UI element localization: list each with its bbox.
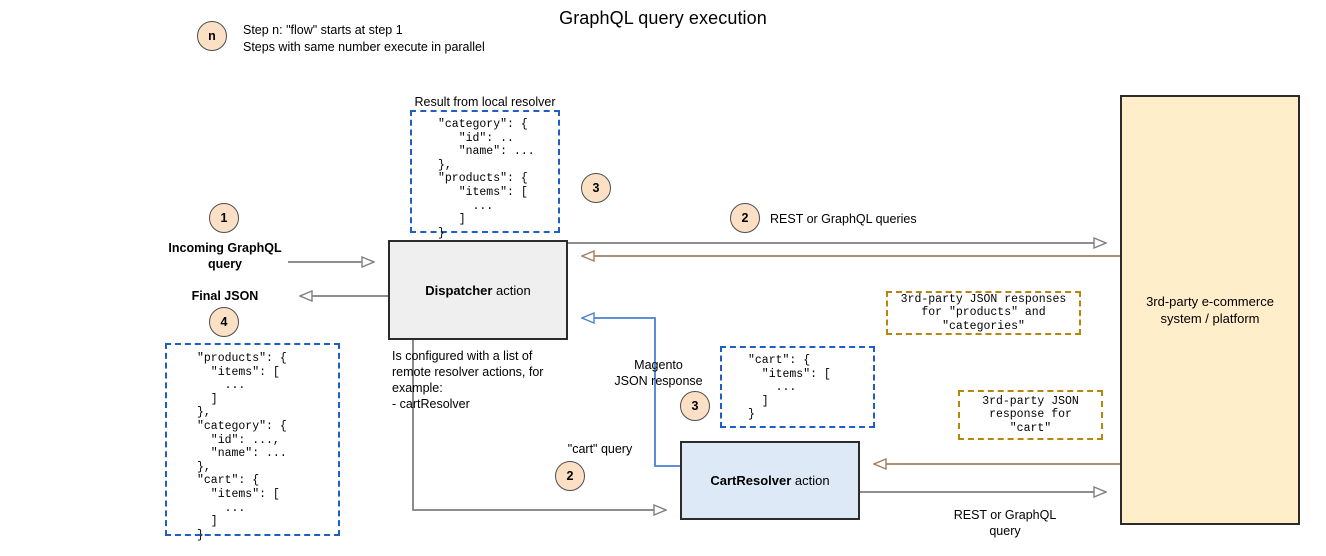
cartresolver-suffix: action (791, 473, 830, 488)
local-resolver-json-box: "category": { "id": .. "name": ... }, "p… (410, 110, 560, 240)
step-badge-2-rest: 2 (730, 203, 760, 233)
final-json-box: "products": { "items": [ ... ] }, "categ… (165, 343, 340, 542)
local-resolver-box-label: Result from local resolver (414, 95, 556, 109)
dispatcher-note-label: Is configured with a list of remote reso… (392, 349, 544, 411)
step-badge-3-local: 3 (581, 173, 611, 203)
magento-response-label: Magento JSON response (614, 358, 703, 388)
rest-queries-top-label: REST or GraphQL queries (770, 212, 917, 226)
step-badge-2-cart: 2 (555, 461, 585, 491)
cart-query-label: "cart" query (567, 442, 633, 456)
ecommerce-system-node[interactable]: 3rd-party e-commerce system / platform (1120, 95, 1300, 525)
cartresolver-action-node[interactable]: CartResolver action (680, 441, 860, 520)
dispatcher-name: Dispatcher (425, 282, 493, 298)
cartresolver-name: CartResolver (710, 473, 792, 488)
step-badge-3-magento: 3 (680, 391, 710, 421)
ecommerce-label: 3rd-party e-commerce system / platform (1146, 294, 1274, 326)
incoming-query-label: Incoming GraphQL query (168, 241, 282, 271)
step-badge-1: 1 (209, 203, 239, 233)
third-party-cart-response-box: 3rd-party JSON response for "cart" (958, 390, 1103, 440)
final-json-label: Final JSON (191, 289, 259, 303)
third-party-json-responses-box: 3rd-party JSON responses for "products" … (886, 291, 1081, 335)
step-badge-4: 4 (209, 307, 239, 337)
dispatcher-suffix: action (492, 282, 531, 298)
legend-text: Step n: "flow" starts at step 1 Steps wi… (243, 23, 485, 54)
dispatcher-action-node[interactable]: Dispatcher action (388, 240, 568, 340)
legend-badge: n (197, 21, 227, 51)
cart-json-box: "cart": { "items": [ ... ] } (720, 346, 875, 428)
rest-query-bottom-label: REST or GraphQL query (953, 508, 1057, 538)
diagram-title: GraphQL query execution (559, 8, 767, 28)
